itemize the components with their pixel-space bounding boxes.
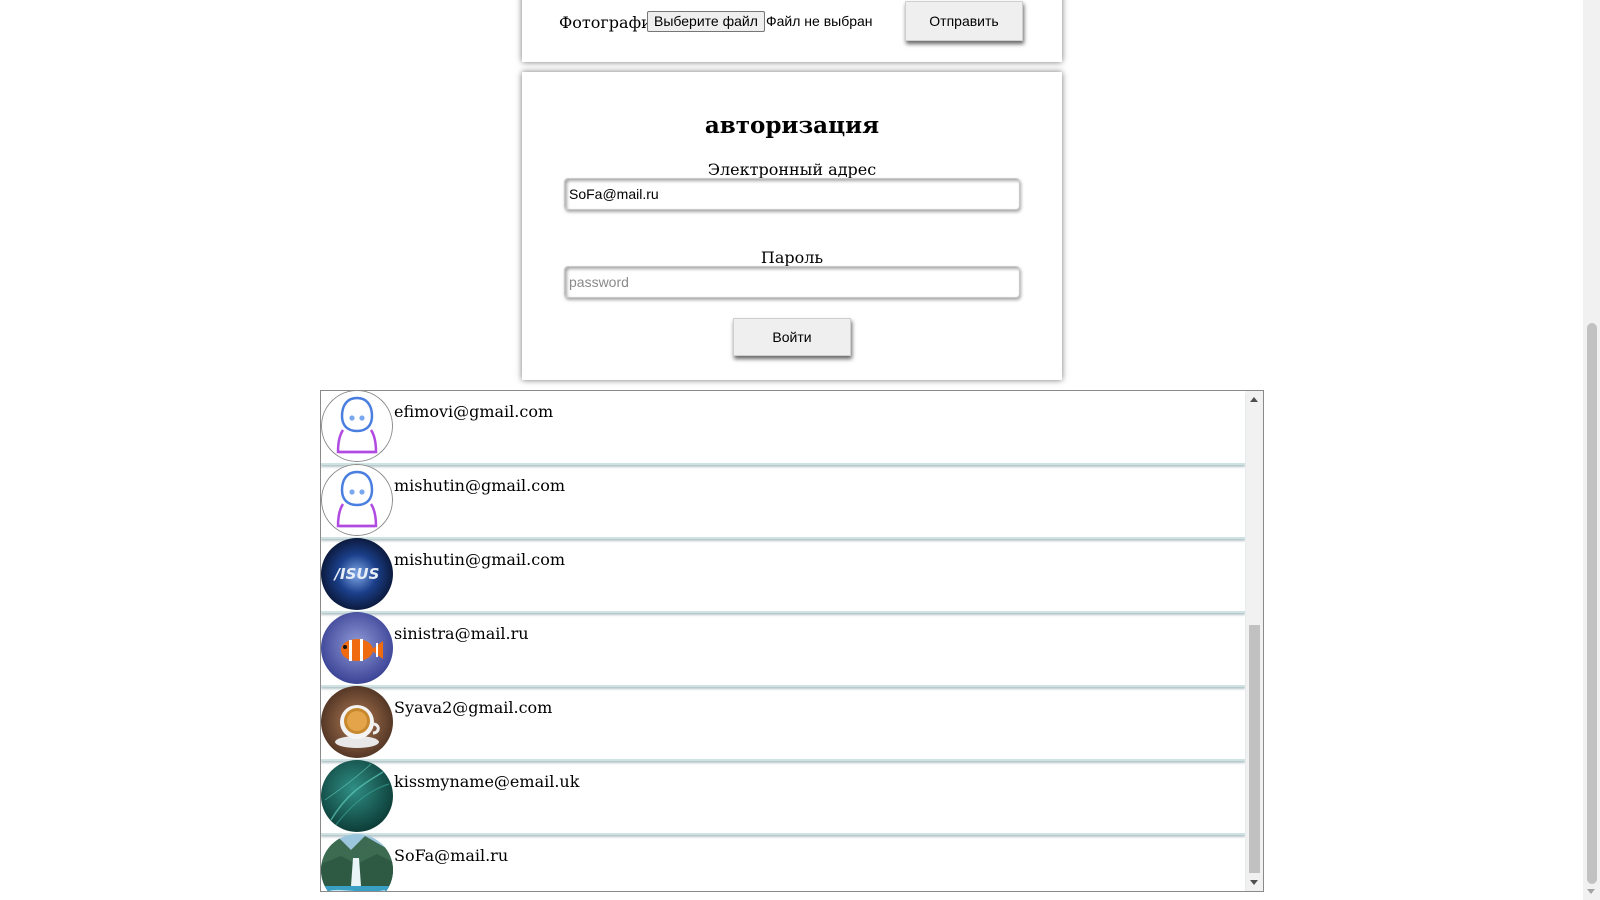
clownfish-avatar xyxy=(321,612,393,684)
waterfall-landscape-avatar xyxy=(321,834,393,891)
scroll-down-arrow-icon[interactable] xyxy=(1250,880,1258,885)
scroll-up-arrow-icon[interactable] xyxy=(1250,397,1258,402)
list-item[interactable]: Syava2@gmail.com xyxy=(321,686,1245,761)
file-status-text: Файл не выбран xyxy=(766,13,873,29)
list-item[interactable]: kissmyname@email.uk xyxy=(321,760,1245,835)
svg-text:/ISUS: /ISUS xyxy=(333,565,380,583)
list-item[interactable]: mishutin@gmail.com xyxy=(321,464,1245,539)
page-scroll-down-arrow-icon[interactable] xyxy=(1587,889,1595,894)
green-abstract-avatar xyxy=(321,760,393,832)
page-scroll-thumb[interactable] xyxy=(1587,323,1597,884)
choose-file-button[interactable]: Выберите файл xyxy=(647,11,765,32)
default-avatar-icon xyxy=(321,391,393,462)
user-list-scroll-thumb[interactable] xyxy=(1249,625,1260,873)
default-avatar-icon xyxy=(321,464,393,536)
email-field[interactable] xyxy=(564,178,1020,210)
user-email: kissmyname@email.uk xyxy=(394,772,580,791)
user-email: mishutin@gmail.com xyxy=(394,476,565,495)
user-email: mishutin@gmail.com xyxy=(394,550,565,569)
page-scrollbar[interactable] xyxy=(1583,0,1600,900)
send-button[interactable]: Отправить xyxy=(905,1,1023,41)
auth-form-card: авторизация Электронный адрес Пароль Вой… xyxy=(522,72,1062,380)
user-email: Syava2@gmail.com xyxy=(394,698,553,717)
upload-form-card: Фотография Выберите файл Файл не выбран … xyxy=(522,0,1062,62)
list-item[interactable]: efimovi@gmail.com xyxy=(321,391,1245,465)
password-field[interactable] xyxy=(564,266,1020,298)
user-email: efimovi@gmail.com xyxy=(394,402,554,421)
login-button[interactable]: Войти xyxy=(733,318,851,356)
password-label: Пароль xyxy=(760,248,824,267)
coffee-cup-avatar xyxy=(321,686,393,758)
list-item[interactable]: SoFa@mail.ru xyxy=(321,834,1245,891)
email-label: Электронный адрес xyxy=(707,160,877,179)
user-list[interactable]: efimovi@gmail.com mishutin@gmail.com/ISUS… xyxy=(320,390,1264,892)
page: Фотография Выберите файл Файл не выбран … xyxy=(0,0,1600,900)
user-email: SoFa@mail.ru xyxy=(394,846,509,865)
asus-logo-avatar: /ISUS xyxy=(321,538,393,610)
list-item[interactable]: /ISUS mishutin@gmail.com xyxy=(321,538,1245,613)
auth-title: авторизация xyxy=(704,112,880,139)
user-list-scrollbar[interactable] xyxy=(1246,391,1263,891)
user-email: sinistra@mail.ru xyxy=(394,624,529,643)
list-item[interactable]: sinistra@mail.ru xyxy=(321,612,1245,687)
